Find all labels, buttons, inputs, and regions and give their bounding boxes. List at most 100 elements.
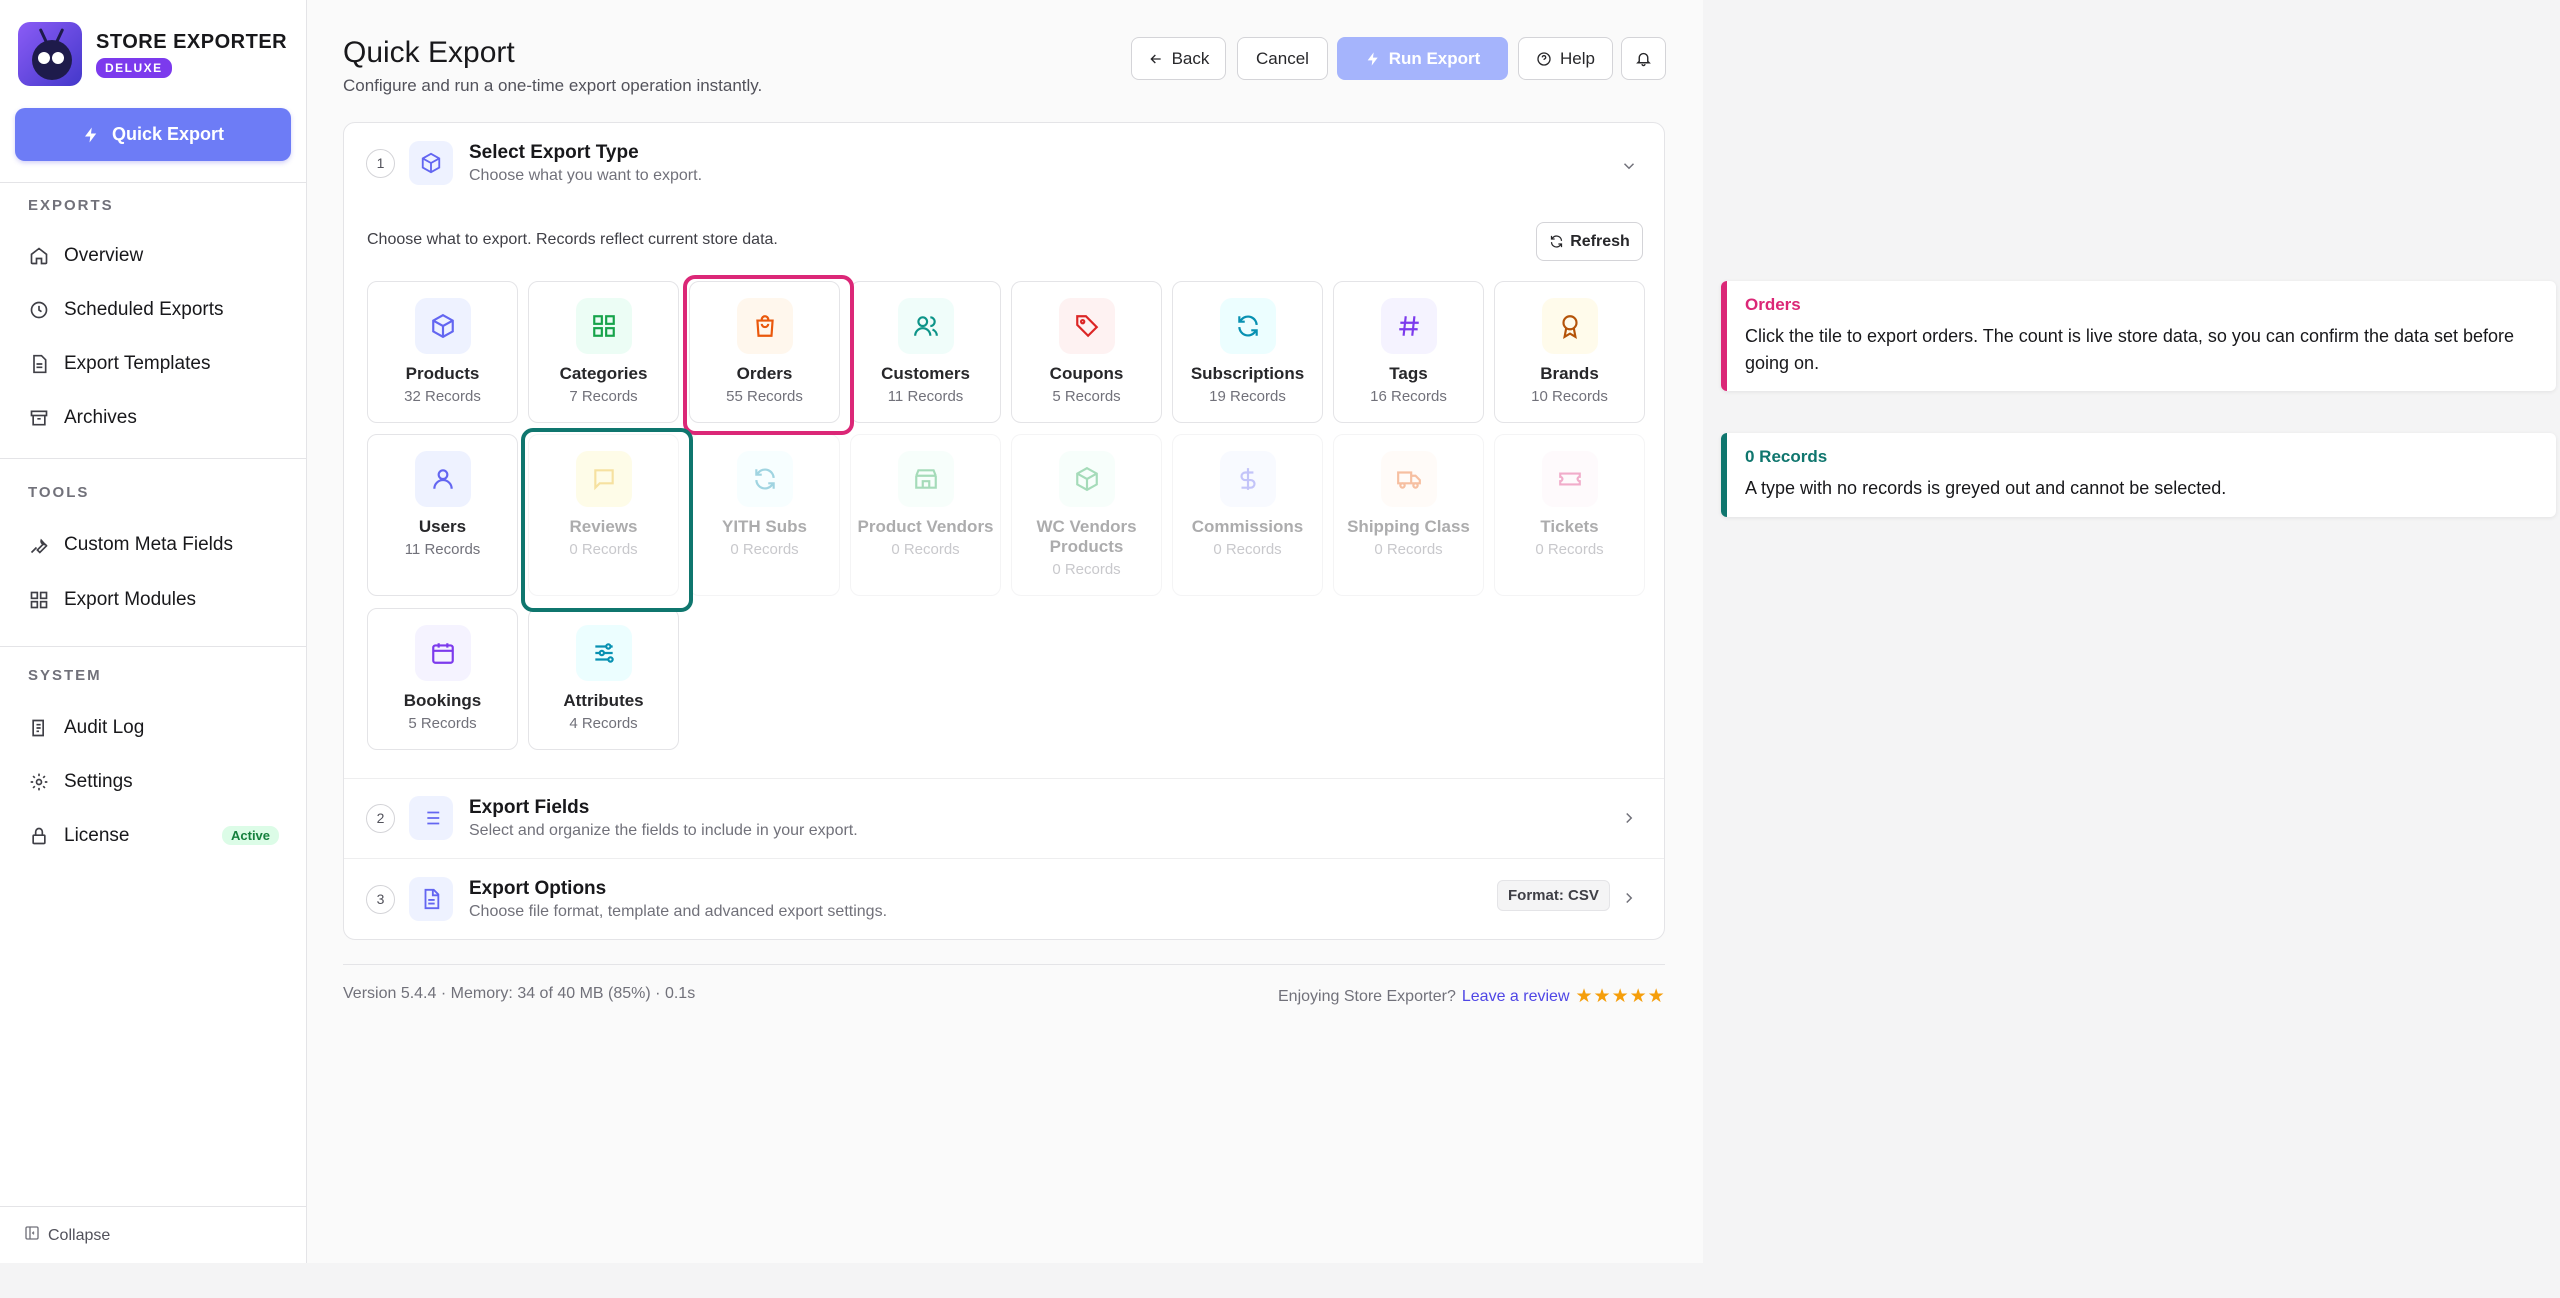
sliders-icon: [575, 625, 632, 681]
leave-review-link[interactable]: Leave a review: [1462, 988, 1570, 1006]
brand[interactable]: STORE EXPORTER DELUXE: [18, 22, 287, 86]
tile-coupons[interactable]: Coupons 5 Records: [1011, 281, 1162, 423]
quick-export-label: Quick Export: [111, 124, 225, 144]
page-subtitle: Configure and run a one-time export oper…: [343, 76, 763, 95]
box-icon: [414, 298, 471, 354]
tile-categories[interactable]: Categories 7 Records: [528, 281, 679, 423]
tile-name: YITH Subs: [721, 517, 807, 536]
quick-export-button[interactable]: Quick Export: [15, 108, 291, 161]
sidebar-item-export-modules[interactable]: Export Modules: [28, 589, 288, 611]
tile-name: Brands: [1540, 364, 1599, 383]
tile-count: 5 Records: [1052, 388, 1121, 405]
sidebar-item-archives[interactable]: Archives: [28, 407, 288, 429]
back-label: Back: [1171, 48, 1210, 68]
help-button[interactable]: Help: [1518, 37, 1613, 80]
tile-tags[interactable]: Tags 16 Records: [1333, 281, 1484, 423]
step-export-fields[interactable]: 2 Export Fields Select and organize the …: [366, 796, 858, 840]
note-body: Click the tile to export orders. The cou…: [1745, 326, 2515, 373]
version-text: Version 5.4.4: [343, 985, 437, 1002]
tile-name: Subscriptions: [1190, 364, 1305, 383]
sidebar-item-label: License: [64, 825, 130, 846]
step-title: Export Fields: [469, 796, 590, 818]
sidebar-item-label: Audit Log: [64, 717, 145, 738]
dollar-icon: [1219, 451, 1276, 507]
sidebar-item-custom-meta-fields[interactable]: Custom Meta Fields: [28, 534, 288, 556]
truck-icon: [1380, 451, 1437, 507]
tile-name: WC Vendors Products: [1036, 517, 1137, 556]
sidebar-item-audit-log[interactable]: Audit Log: [28, 717, 288, 739]
sidebar-collapse-icon: [24, 1225, 40, 1246]
tile-customers[interactable]: Customers 11 Records: [850, 281, 1001, 423]
run-export-button[interactable]: Run Export: [1337, 37, 1508, 80]
tile-attributes[interactable]: Attributes 4 Records: [528, 608, 679, 750]
sidebar-item-label: Export Modules: [64, 589, 197, 610]
sidebar-item-scheduled-exports[interactable]: Scheduled Exports: [28, 299, 288, 321]
tile-name: Attributes: [563, 691, 644, 710]
tile-name: Shipping Class: [1347, 517, 1470, 536]
sidebar-item-label: Scheduled Exports: [64, 299, 224, 320]
tile-users[interactable]: Users 11 Records: [367, 434, 518, 596]
tile-brands[interactable]: Brands 10 Records: [1494, 281, 1645, 423]
sidebar-divider: [0, 1206, 306, 1207]
empty-type-highlight: [521, 428, 693, 612]
time-text: 0.1s: [664, 985, 696, 1002]
tile-count: 0 Records: [891, 541, 960, 558]
lock-icon: [28, 825, 50, 847]
tile-products[interactable]: Products 32 Records: [367, 281, 518, 423]
tile-name: Tickets: [1540, 517, 1599, 536]
tile-count: 4 Records: [569, 715, 638, 732]
tile-count: 19 Records: [1209, 388, 1286, 405]
step-description: Choose what you want to export.: [469, 166, 703, 184]
chevron-down-icon[interactable]: [1620, 157, 1638, 175]
sidebar-item-label: Archives: [64, 407, 137, 428]
note-orders: Orders Click the tile to export orders. …: [1721, 281, 2556, 391]
cancel-button[interactable]: Cancel: [1237, 37, 1328, 80]
note-title: 0 Records: [1745, 447, 1828, 466]
question-circle-icon: [1537, 51, 1551, 66]
wrench-icon: [28, 534, 50, 556]
star-rating-icon[interactable]: ★★★★★: [1576, 985, 1666, 1008]
file-icon: [409, 877, 453, 921]
section-label-exports: EXPORTS: [28, 197, 114, 214]
step-select-export-type[interactable]: 1 Select Export Type Choose what you wan…: [366, 141, 702, 185]
sidebar-item-settings[interactable]: Settings: [28, 771, 288, 793]
sidebar-item-label: Custom Meta Fields: [64, 534, 233, 555]
cancel-label: Cancel: [1256, 48, 1309, 68]
tile-name: Categories: [559, 364, 648, 383]
sidebar-item-export-templates[interactable]: Export Templates: [28, 353, 288, 375]
chevron-right-icon[interactable]: [1620, 889, 1638, 907]
tile-count: 0 Records: [1535, 541, 1604, 558]
tile-subscriptions[interactable]: Subscriptions 19 Records: [1172, 281, 1323, 423]
tile-count: 0 Records: [730, 541, 799, 558]
help-label: Help: [1560, 48, 1595, 68]
note-zero-records: 0 Records A type with no records is grey…: [1721, 433, 2556, 517]
run-export-label: Run Export: [1388, 48, 1481, 68]
gear-icon: [28, 771, 50, 793]
refresh-button[interactable]: Refresh: [1536, 222, 1643, 261]
collapse-button[interactable]: Collapse: [24, 1225, 110, 1246]
sidebar-divider: [0, 458, 306, 459]
tile-name: Products: [405, 364, 480, 383]
calendar-icon: [414, 625, 471, 681]
step-title: Select Export Type: [469, 141, 639, 163]
step-export-options[interactable]: 3 Export Options Choose file format, tem…: [366, 877, 887, 921]
step-title: Export Options: [469, 877, 607, 899]
sidebar-item-label: Overview: [64, 245, 144, 266]
archive-icon: [28, 407, 50, 429]
box-icon: [1058, 451, 1115, 507]
format-badge: Format: CSV: [1497, 880, 1610, 911]
step-description: Select and organize the fields to includ…: [469, 821, 858, 839]
tile-name: Customers: [881, 364, 970, 383]
chevron-right-icon[interactable]: [1620, 809, 1638, 827]
list-icon: [409, 796, 453, 840]
sidebar-item-overview[interactable]: Overview: [28, 245, 288, 267]
note-title: Orders: [1745, 295, 1801, 314]
bell-icon: [1636, 52, 1651, 67]
users-icon: [897, 298, 954, 354]
tile-bookings[interactable]: Bookings 5 Records: [367, 608, 518, 750]
notifications-button[interactable]: [1621, 37, 1666, 80]
tile-name: Commissions: [1191, 517, 1304, 536]
tile-count: 0 Records: [1374, 541, 1443, 558]
back-button[interactable]: Back: [1131, 37, 1226, 80]
user-icon: [414, 451, 471, 507]
